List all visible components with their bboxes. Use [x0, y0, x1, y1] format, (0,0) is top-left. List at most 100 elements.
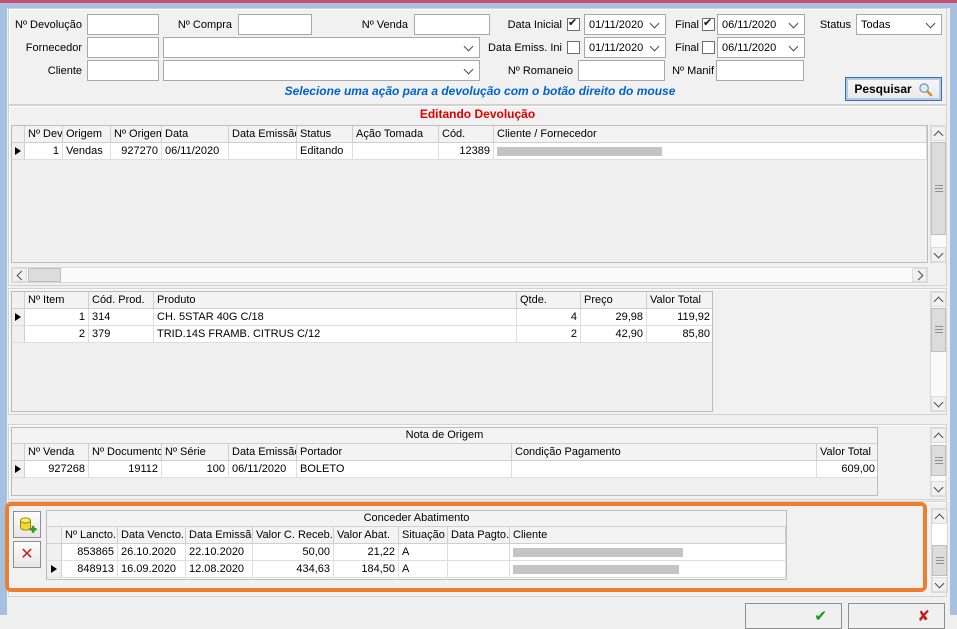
- fornecedor-code-input[interactable]: [87, 37, 159, 58]
- emiss-final-label: Final: [669, 41, 699, 55]
- scrollbar-thumb[interactable]: [932, 545, 947, 576]
- column-header[interactable]: Valor Abat.: [334, 527, 399, 544]
- column-header[interactable]: Produto: [154, 292, 517, 309]
- final-checkbox[interactable]: [702, 18, 715, 31]
- column-header[interactable]: Data Pagto.: [448, 527, 510, 544]
- magnifier-icon: [918, 82, 933, 97]
- column-header[interactable]: Data Emissão: [186, 527, 253, 544]
- scroll-down-button[interactable]: [931, 481, 946, 496]
- data-emiss-select[interactable]: 01/11/2020: [584, 37, 666, 58]
- abatimento-grid-header: Nº Lancto. Data Vencto. Data Emissão Val…: [47, 527, 786, 544]
- column-header[interactable]: Qtde.: [517, 292, 581, 309]
- column-header[interactable]: Situação: [399, 527, 448, 544]
- column-header[interactable]: Preço: [581, 292, 647, 309]
- column-header[interactable]: Nº Origem: [111, 126, 162, 143]
- column-header[interactable]: Cód.: [439, 126, 494, 143]
- column-header[interactable]: Cliente: [510, 527, 786, 544]
- row-selector-cell[interactable]: [47, 561, 62, 578]
- scroll-down-button[interactable]: [932, 577, 947, 592]
- cliente-code-input[interactable]: [87, 60, 159, 81]
- column-header[interactable]: Cliente / Fornecedor: [494, 126, 927, 143]
- cell: [510, 561, 786, 578]
- scrollbar-thumb[interactable]: [931, 142, 946, 235]
- column-header[interactable]: Valor C. Receb.: [253, 527, 334, 544]
- scrollbar-track[interactable]: [931, 141, 946, 247]
- row-selector-cell[interactable]: [12, 309, 25, 326]
- cell: [353, 143, 439, 160]
- scroll-up-button[interactable]: [931, 292, 946, 307]
- scroll-up-button[interactable]: [931, 126, 946, 141]
- scrollbar-track[interactable]: [27, 268, 912, 282]
- row-selector-cell[interactable]: [47, 544, 62, 561]
- items-grid-row[interactable]: 1 314 CH. 5STAR 40G C/18 4 29,98 119,92: [12, 309, 712, 326]
- devolucao-label: Nº Devolução: [8, 18, 82, 32]
- row-selector-header[interactable]: [12, 126, 25, 143]
- status-select[interactable]: Todas: [856, 14, 942, 35]
- row-selector-header[interactable]: [12, 292, 25, 309]
- scroll-left-button[interactable]: [12, 268, 27, 282]
- column-header[interactable]: Condição Pagamento: [512, 444, 817, 461]
- emiss-final-select[interactable]: 06/11/2020: [717, 37, 805, 58]
- column-header[interactable]: Ação Tomada: [353, 126, 439, 143]
- compra-input[interactable]: [238, 14, 312, 35]
- abatimento-grid-row[interactable]: 853865 26.10.2020 22.10.2020 50,00 21,22…: [47, 544, 786, 561]
- window-border-left: [0, 3, 7, 615]
- instruction-text: Selecione uma ação para a devolução com …: [200, 84, 760, 98]
- pesquisar-button[interactable]: Pesquisar: [845, 77, 942, 101]
- column-header[interactable]: Nº Documento: [89, 444, 162, 461]
- nota-grid-row[interactable]: 927268 19112 100 06/11/2020 BOLETO 609,0…: [12, 461, 877, 478]
- scrollbar-track[interactable]: [932, 524, 947, 577]
- delete-abatimento-button[interactable]: [13, 541, 41, 568]
- row-selector-cell[interactable]: [12, 461, 25, 478]
- abatimento-grid-row[interactable]: 848913 16.09.2020 12.08.2020 434,63 184,…: [47, 561, 786, 578]
- scrollbar-track[interactable]: [931, 443, 946, 481]
- accept-button[interactable]: [745, 603, 842, 629]
- scroll-right-button[interactable]: [912, 268, 927, 282]
- chevron-left-icon: [16, 270, 26, 280]
- row-selector-cell[interactable]: [12, 143, 25, 160]
- column-header[interactable]: Data Emissão: [229, 126, 297, 143]
- column-header[interactable]: Valor Total: [817, 444, 878, 461]
- romaneio-input[interactable]: [578, 60, 665, 81]
- column-header[interactable]: Valor Total: [647, 292, 713, 309]
- scrollbar-track[interactable]: [931, 307, 946, 396]
- row-selector-cell[interactable]: [12, 326, 25, 343]
- scroll-up-button[interactable]: [932, 509, 947, 524]
- column-header[interactable]: Nº Lancto.: [62, 527, 118, 544]
- scrollbar-thumb[interactable]: [28, 268, 61, 282]
- data-emiss-checkbox[interactable]: [567, 41, 580, 54]
- data-inicial-select[interactable]: 01/11/2020: [584, 14, 666, 35]
- fornecedor-select[interactable]: [163, 37, 480, 58]
- column-header[interactable]: Nº Item: [25, 292, 89, 309]
- scroll-up-button[interactable]: [931, 428, 946, 443]
- add-abatimento-button[interactable]: [13, 511, 41, 538]
- cancel-button[interactable]: [848, 603, 945, 629]
- items-grid-row[interactable]: 2 379 TRID.14S FRAMB. CITRUS C/12 2 42,9…: [12, 326, 712, 343]
- column-header[interactable]: Data: [162, 126, 229, 143]
- column-header[interactable]: Cód. Prod.: [89, 292, 154, 309]
- cell: 12389: [439, 143, 494, 160]
- row-selector-header[interactable]: [47, 527, 62, 544]
- column-header[interactable]: Status: [297, 126, 353, 143]
- column-header[interactable]: Nº Série: [162, 444, 229, 461]
- devolucao-grid-row[interactable]: 1 Vendas 927270 06/11/2020 Editando 1238…: [12, 143, 927, 160]
- column-header[interactable]: Portador: [297, 444, 512, 461]
- cell: 379: [89, 326, 154, 343]
- column-header[interactable]: Origem: [63, 126, 111, 143]
- column-header[interactable]: Data Emissão: [229, 444, 297, 461]
- column-header[interactable]: Nº Dev: [25, 126, 63, 143]
- column-header[interactable]: Data Vencto.: [118, 527, 186, 544]
- scroll-down-button[interactable]: [931, 396, 946, 411]
- scrollbar-thumb[interactable]: [931, 308, 946, 352]
- venda-input[interactable]: [414, 14, 490, 35]
- final-select[interactable]: 06/11/2020: [717, 14, 805, 35]
- emiss-final-checkbox[interactable]: [702, 41, 715, 54]
- column-header[interactable]: Nº Venda: [25, 444, 89, 461]
- cliente-select[interactable]: [163, 60, 480, 81]
- row-selector-header[interactable]: [12, 444, 25, 461]
- data-inicial-checkbox[interactable]: [567, 18, 580, 31]
- scrollbar-thumb[interactable]: [931, 445, 946, 476]
- manif-input[interactable]: [716, 60, 804, 81]
- devolucao-input[interactable]: [87, 14, 159, 35]
- scroll-down-button[interactable]: [931, 247, 946, 262]
